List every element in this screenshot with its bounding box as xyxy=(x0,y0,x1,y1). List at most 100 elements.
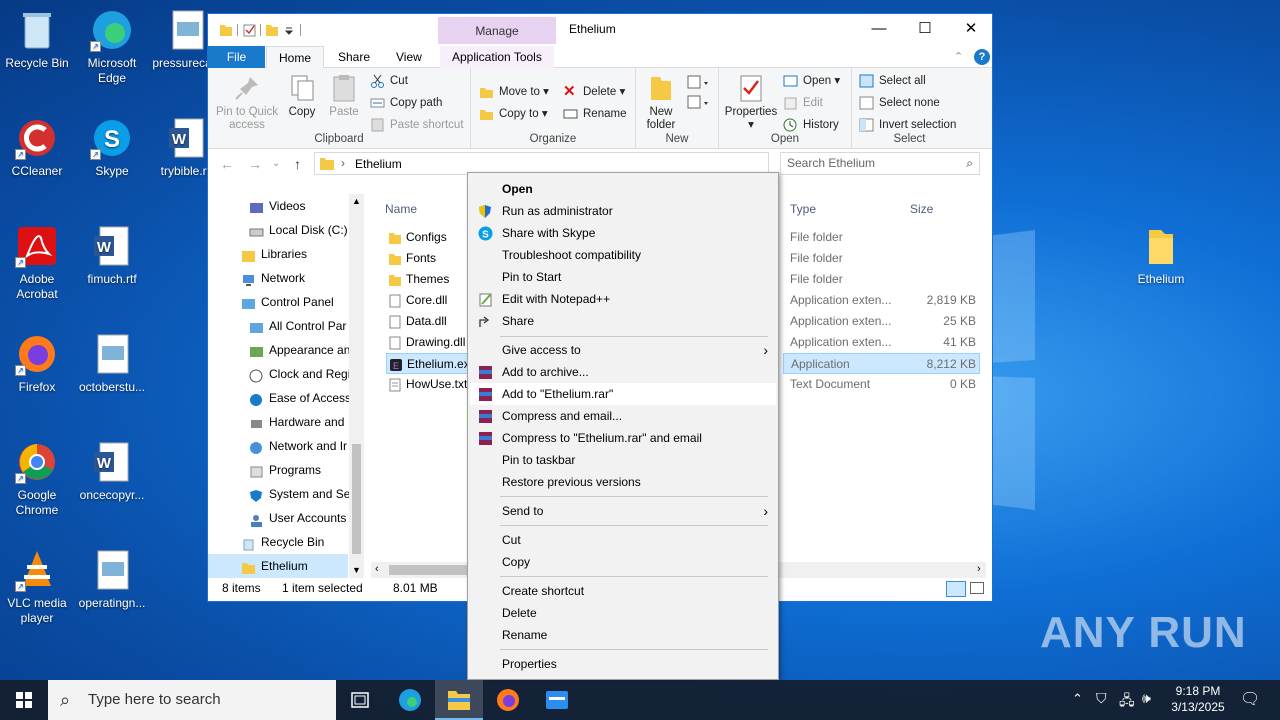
tray-security-icon[interactable]: ⛉ xyxy=(1096,690,1107,707)
nav-item-libraries[interactable]: Libraries xyxy=(242,242,307,266)
manage-contextual-tab[interactable]: Manage xyxy=(438,17,556,44)
paste-button[interactable]: Paste xyxy=(324,73,364,119)
nav-item-network-internet[interactable]: Network and Ir xyxy=(250,434,347,458)
tab-file[interactable]: File xyxy=(208,46,265,68)
collapse-ribbon-icon[interactable]: ⌃ xyxy=(954,50,963,63)
history-button[interactable]: History xyxy=(783,115,839,135)
minimize-button[interactable]: — xyxy=(856,14,902,44)
file-row-themes[interactable]: Themes xyxy=(389,269,449,290)
menu-item-share-with-skype[interactable]: S Share with Skype xyxy=(470,222,776,244)
desktop-icon-edge[interactable]: ↗ Microsoft Edge xyxy=(75,8,149,86)
desktop-icon-ccleaner[interactable]: ↗ CCleaner xyxy=(0,116,74,179)
select-all-button[interactable]: Select all xyxy=(859,71,926,91)
menu-item-add-to-archive[interactable]: Add to archive... xyxy=(470,361,776,383)
nav-item-recycle-bin[interactable]: Recycle Bin xyxy=(243,530,324,554)
copy-path-button[interactable]: Copy path xyxy=(370,93,442,113)
large-icons-view-icon[interactable] xyxy=(970,582,984,594)
copy-to-button[interactable]: Copy to ▾ xyxy=(479,104,548,124)
move-to-button[interactable]: Move to ▾ xyxy=(479,82,549,102)
new-item-icon[interactable] xyxy=(686,74,710,114)
nav-item-user-accounts[interactable]: User Accounts xyxy=(251,506,346,530)
scroll-left-icon[interactable]: ‹ xyxy=(375,563,379,575)
edit-button[interactable]: Edit xyxy=(783,93,823,113)
tray-chevron-up-icon[interactable]: ⌃ xyxy=(1072,691,1083,707)
desktop-icon-skype[interactable]: S ↗ Skype xyxy=(75,116,149,179)
taskbar-file-explorer-icon[interactable] xyxy=(435,680,483,720)
desktop-icon-acrobat[interactable]: ↗ Adobe Acrobat xyxy=(0,224,74,302)
desktop-icon-firefox[interactable]: ↗ Firefox xyxy=(0,332,74,395)
menu-item-create-shortcut[interactable]: Create shortcut xyxy=(470,580,776,602)
nav-item-all-control-panel[interactable]: All Control Par xyxy=(250,314,346,338)
menu-item-send-to[interactable]: Send to › xyxy=(470,500,776,522)
menu-item-restore-versions[interactable]: Restore previous versions xyxy=(470,471,776,493)
file-row-fonts[interactable]: Fonts xyxy=(389,248,436,269)
desktop-icon-oncecopyr[interactable]: W oncecopyr... xyxy=(75,440,149,503)
tab-application-tools[interactable]: Application Tools xyxy=(440,46,554,68)
taskbar-edge-icon[interactable] xyxy=(386,680,434,720)
copy-button[interactable]: Copy xyxy=(284,73,320,119)
tab-home[interactable]: Home xyxy=(266,46,325,69)
menu-item-compress-rar-email[interactable]: Compress to "Ethelium.rar" and email xyxy=(470,427,776,449)
nav-item-network[interactable]: Network xyxy=(243,266,305,290)
file-row-howuse-txt[interactable]: HowUse.txt xyxy=(389,374,467,395)
column-header-name[interactable]: Name xyxy=(385,202,417,216)
close-button[interactable]: ✕ xyxy=(948,14,994,44)
tray-clock[interactable]: 9:18 PM 3/13/2025 xyxy=(1165,683,1231,715)
select-none-button[interactable]: Select none xyxy=(859,93,940,113)
delete-button[interactable]: ✕ Delete ▾ xyxy=(563,82,625,102)
taskbar-search-input[interactable]: ⌕ Type here to search xyxy=(48,680,336,720)
desktop-icon-recycle-bin[interactable]: Recycle Bin xyxy=(0,8,74,71)
menu-item-edit-notepadpp[interactable]: Edit with Notepad++ xyxy=(470,288,776,310)
taskbar-firefox-icon[interactable] xyxy=(484,680,532,720)
maximize-button[interactable]: ☐ xyxy=(902,14,948,44)
nav-item-appearance[interactable]: Appearance an xyxy=(250,338,350,362)
recent-locations-chevron-icon[interactable]: ⌄ xyxy=(272,158,280,169)
back-arrow-icon[interactable]: ← xyxy=(220,156,234,172)
desktop-icon-octoberstu[interactable]: octoberstu... xyxy=(75,332,149,395)
nav-item-system-security[interactable]: System and Se xyxy=(250,482,350,506)
quick-access-toolbar[interactable] xyxy=(218,22,308,38)
nav-item-programs[interactable]: Programs xyxy=(250,458,321,482)
invert-selection-button[interactable]: Invert selection xyxy=(859,115,956,135)
menu-item-troubleshoot[interactable]: Troubleshoot compatibility xyxy=(470,244,776,266)
file-row-core-dll[interactable]: Core.dll xyxy=(389,290,447,311)
column-header-type[interactable]: Type xyxy=(790,202,816,216)
menu-item-run-as-admin[interactable]: Run as administrator xyxy=(470,200,776,222)
paste-shortcut-button[interactable]: Paste shortcut xyxy=(370,115,464,135)
menu-item-give-access[interactable]: Give access to › xyxy=(470,339,776,361)
rename-button[interactable]: Rename xyxy=(563,104,626,124)
new-folder-button[interactable]: New folder xyxy=(642,73,680,132)
nav-item-ease-of-access[interactable]: Ease of Access xyxy=(250,386,351,410)
file-row-drawing-dll[interactable]: Drawing.dll xyxy=(389,332,465,353)
task-view-button[interactable] xyxy=(336,680,384,720)
cut-button[interactable]: Cut xyxy=(370,71,408,91)
properties-button[interactable]: Properties ▾ xyxy=(723,73,779,132)
tab-share[interactable]: Share xyxy=(326,46,382,68)
desktop-icon-chrome[interactable]: ↗ Google Chrome xyxy=(0,440,74,518)
nav-item-clock[interactable]: Clock and Regi xyxy=(249,362,350,386)
scrollbar-thumb[interactable] xyxy=(389,565,479,575)
help-icon[interactable]: ? xyxy=(974,49,990,65)
scroll-right-icon[interactable]: › xyxy=(977,563,981,575)
nav-item-local-disk[interactable]: Local Disk (C:) xyxy=(249,218,348,242)
menu-item-copy[interactable]: Copy xyxy=(470,551,776,573)
menu-item-compress-email[interactable]: Compress and email... xyxy=(470,405,776,427)
breadcrumb-current[interactable]: Ethelium xyxy=(355,157,402,171)
nav-item-hardware[interactable]: Hardware and xyxy=(251,410,344,434)
desktop-icon-ethelium-folder[interactable]: Ethelium xyxy=(1124,224,1198,287)
desktop-icon-operatingn[interactable]: operatingn... xyxy=(75,548,149,611)
nav-item-ethelium[interactable]: Ethelium xyxy=(208,554,348,578)
menu-item-cut[interactable]: Cut xyxy=(470,529,776,551)
menu-item-rename[interactable]: Rename xyxy=(470,624,776,646)
desktop-icon-vlc[interactable]: ↗ VLC media player xyxy=(0,548,74,626)
scroll-down-icon[interactable]: ▼ xyxy=(352,565,361,575)
tab-view[interactable]: View xyxy=(384,46,434,68)
taskbar-app-icon[interactable] xyxy=(533,680,581,720)
menu-item-share[interactable]: Share xyxy=(470,310,776,332)
pin-quick-access-button[interactable]: Pin to Quick access xyxy=(214,73,280,132)
open-button[interactable]: Open ▾ xyxy=(783,71,840,91)
menu-item-properties[interactable]: Properties xyxy=(470,653,776,675)
menu-item-add-to-ethelium-rar[interactable]: Add to "Ethelium.rar" xyxy=(470,383,776,405)
start-button[interactable] xyxy=(0,680,48,720)
notifications-icon[interactable]: 🗨 xyxy=(1240,689,1260,709)
